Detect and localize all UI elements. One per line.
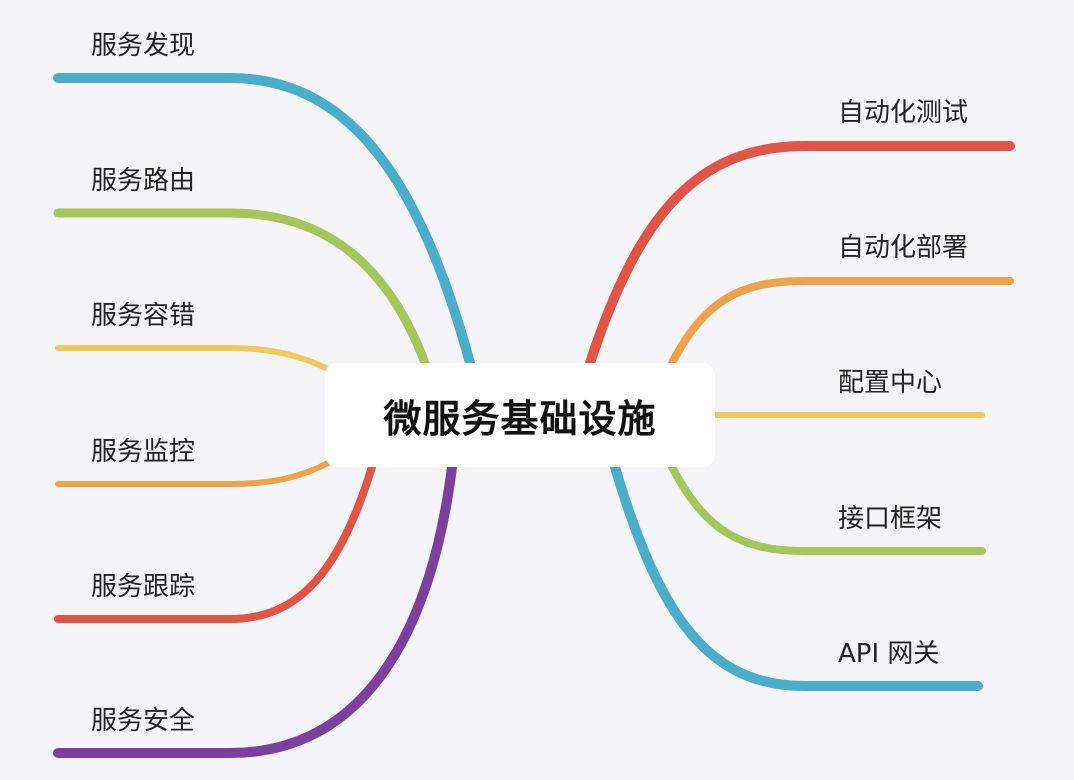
central-topic-box[interactable]: 微服务基础设施 <box>325 363 715 467</box>
node-api-gateway[interactable]: API 网关 <box>838 633 939 670</box>
node-service-tracing[interactable]: 服务跟踪 <box>91 566 195 603</box>
node-config-center[interactable]: 配置中心 <box>838 362 942 399</box>
node-service-monitoring[interactable]: 服务监控 <box>91 431 195 468</box>
node-auto-testing[interactable]: 自动化测试 <box>838 92 968 129</box>
connector-auto-deploy <box>668 277 1014 367</box>
node-service-fault-tolerance[interactable]: 服务容错 <box>91 295 195 332</box>
connector-service-fault-tolerance <box>55 345 333 373</box>
node-service-discovery[interactable]: 服务发现 <box>91 25 195 62</box>
central-topic-label: 微服务基础设施 <box>383 396 657 441</box>
connector-service-routing <box>53 208 430 368</box>
node-interface-framework[interactable]: 接口框架 <box>838 498 942 535</box>
node-service-routing[interactable]: 服务路由 <box>91 160 195 197</box>
node-auto-deploy[interactable]: 自动化部署 <box>838 227 968 264</box>
node-service-security[interactable]: 服务安全 <box>91 700 195 737</box>
